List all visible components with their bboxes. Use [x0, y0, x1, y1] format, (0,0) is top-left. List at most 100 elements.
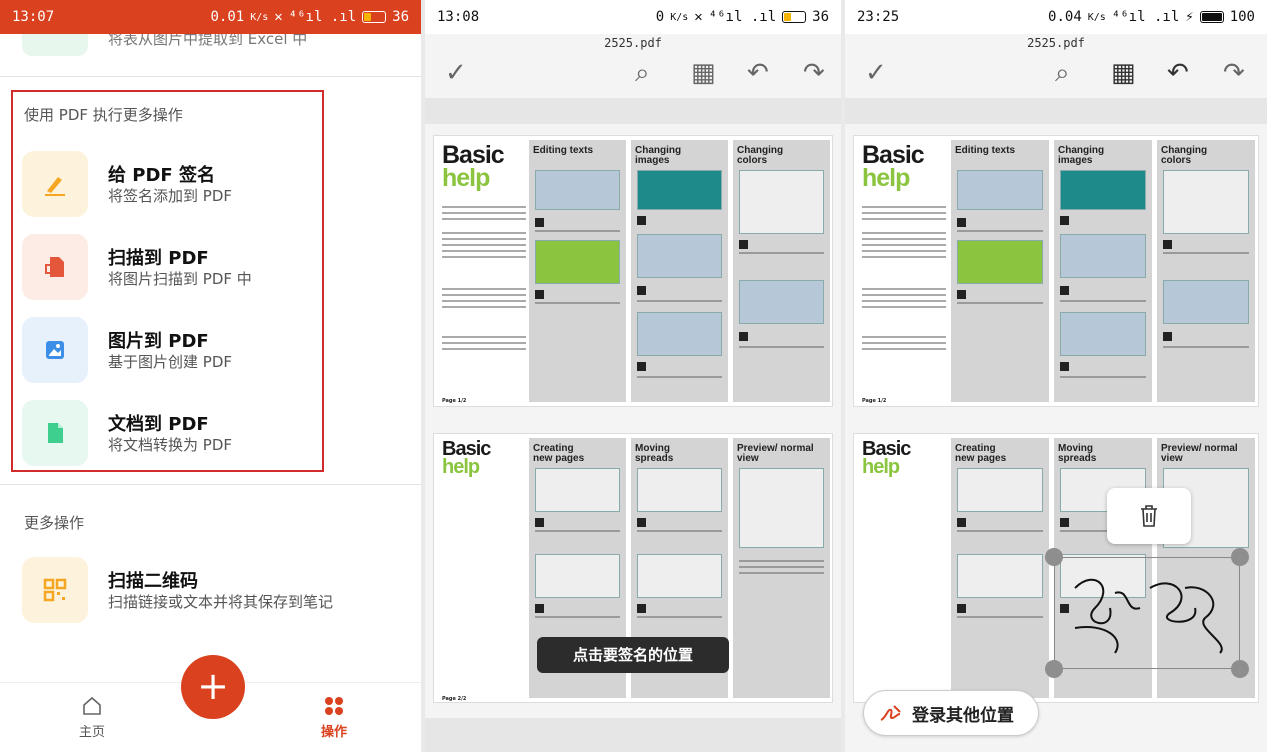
pdf-column: Changing images	[1054, 140, 1152, 402]
table-extract-icon	[22, 34, 88, 56]
page-footer: Page 1/2	[862, 398, 887, 404]
bottom-navigation: 主页 + 操作	[0, 655, 421, 752]
doc-to-pdf-subtitle: 将文档转换为 PDF	[108, 436, 232, 454]
nav-home-label: 主页	[78, 725, 105, 740]
search-icon[interactable]: ⌕	[635, 58, 650, 88]
redo-icon[interactable]: ↷	[1223, 58, 1245, 88]
page-footer: Page 1/2	[442, 398, 467, 404]
scan-to-pdf-item[interactable]: 扫描到 PDF 将图片扫描到 PDF 中	[22, 234, 402, 300]
checkmark-icon[interactable]: ✓	[445, 58, 467, 88]
search-icon[interactable]: ⌕	[1055, 58, 1070, 88]
sign-pdf-subtitle: 将签名添加到 PDF	[108, 187, 232, 205]
pdf-column: Editing texts	[951, 140, 1049, 402]
trash-icon	[1141, 505, 1157, 527]
nav-home[interactable]: 主页	[68, 695, 116, 740]
status-time: 13:08	[437, 9, 480, 25]
resize-handle[interactable]	[1045, 660, 1063, 678]
add-button[interactable]: +	[181, 655, 245, 719]
excel-extract-item[interactable]: 将表从图片中提取到 Excel 中	[0, 34, 421, 74]
app-screen-actions: 13:07 0.01 K/s ✕ ⁴⁶ıl .ıl 36 将表从图片中提取到 E…	[0, 0, 421, 752]
scan-qr-item[interactable]: 扫描二维码 扫描链接或文本并将其保存到笔记	[22, 557, 402, 623]
page-title: Basic help	[862, 438, 911, 478]
document-filename: 2525.pdf	[604, 36, 662, 50]
tap-to-sign-toast: 点击要签名的位置	[537, 637, 729, 673]
redo-icon[interactable]: ↷	[803, 58, 825, 88]
pdf-column: Preview/ normal view	[733, 438, 830, 698]
image-to-pdf-title: 图片到 PDF	[108, 331, 209, 352]
grid-view-icon[interactable]: ▦	[1111, 58, 1136, 88]
undo-icon[interactable]: ↶	[747, 58, 769, 88]
undo-icon[interactable]: ↶	[1167, 58, 1189, 88]
network-speed: 0.01	[210, 9, 245, 25]
pdf-page-1[interactable]: Basic help Page 1/2 Editing texts Changin…	[853, 135, 1259, 407]
pdf-column: Changing colors	[733, 140, 830, 402]
status-bar: 13:08 0 K/s ✕ ⁴⁶ıl .ıl 36	[425, 0, 841, 34]
sign-pdf-item[interactable]: 给 PDF 签名 将签名添加到 PDF	[22, 151, 402, 217]
resize-handle[interactable]	[1045, 548, 1063, 566]
signal-icon: ⁴⁶ıl .ıl	[288, 9, 357, 25]
page-title: Basic help	[442, 141, 505, 192]
sign-pdf-title: 给 PDF 签名	[108, 165, 215, 186]
network-speed: 0	[655, 9, 665, 25]
battery-icon	[1199, 11, 1224, 23]
battery-level: 36	[812, 9, 829, 25]
battery-level: 100	[1229, 9, 1255, 25]
toolbar: ✓ ⌕ ▦ ↶ ↷	[425, 58, 841, 92]
doc-to-pdf-title: 文档到 PDF	[108, 414, 209, 435]
signature-frame[interactable]	[1045, 548, 1249, 678]
nav-operations[interactable]: 操作	[310, 695, 358, 740]
status-bar: 13:07 0.01 K/s ✕ ⁴⁶ıl .ıl 36	[0, 0, 421, 34]
signature-pen-icon	[880, 705, 901, 721]
pdf-column: Changing colors	[1157, 140, 1255, 402]
operations-grid-icon	[325, 697, 343, 715]
nav-ops-label: 操作	[320, 725, 347, 740]
speed-unit: K/s	[250, 11, 269, 23]
page-title: Basic help	[862, 141, 925, 192]
signal-icon: ⁴⁶ıl .ıl	[1111, 9, 1180, 25]
doc-to-pdf-item[interactable]: 文档到 PDF 将文档转换为 PDF	[22, 400, 402, 466]
mute-icon: ✕	[274, 9, 283, 25]
battery-level: 36	[392, 9, 409, 25]
page-separator	[845, 98, 1267, 124]
qr-code-icon	[22, 557, 88, 623]
speed-unit: K/s	[1087, 11, 1106, 23]
doc-to-pdf-icon	[22, 400, 88, 466]
pdf-signed-screen: 23:25 0.04 K/s ⁴⁶ıl .ıl ⚡ 100 2525.pdf ✓…	[845, 0, 1267, 752]
pen-sign-icon	[22, 151, 88, 217]
page-separator	[425, 98, 841, 124]
home-icon	[83, 696, 101, 715]
section-title-pdf: 使用 PDF 执行更多操作	[24, 106, 183, 124]
speed-unit: K/s	[670, 11, 689, 23]
scan-to-pdf-icon	[22, 234, 88, 300]
pdf-column: Editing texts	[529, 140, 626, 402]
delete-signature-button[interactable]	[1107, 488, 1191, 544]
resize-handle[interactable]	[1231, 660, 1249, 678]
battery-icon	[362, 11, 387, 23]
toolbar: ✓ ⌕ ▦ ↶ ↷	[845, 58, 1267, 92]
status-time: 23:25	[857, 9, 900, 25]
sign-other-location-label: 登录其他位置	[912, 705, 1014, 726]
scan-to-pdf-title: 扫描到 PDF	[108, 248, 209, 269]
charging-icon: ⚡	[1185, 9, 1194, 25]
pdf-column: Creating new pages	[951, 438, 1049, 698]
checkmark-icon[interactable]: ✓	[865, 58, 887, 88]
section-title-more: 更多操作	[24, 514, 85, 532]
document-filename: 2525.pdf	[1027, 36, 1085, 50]
sign-other-location-button[interactable]: 登录其他位置	[863, 690, 1039, 736]
pdf-column: Changing images	[631, 140, 728, 402]
grid-view-icon[interactable]: ▦	[691, 58, 716, 88]
page-title: Basic help	[442, 438, 491, 478]
image-to-pdf-subtitle: 基于图片创建 PDF	[108, 353, 232, 371]
image-to-pdf-item[interactable]: 图片到 PDF 基于图片创建 PDF	[22, 317, 402, 383]
resize-handle[interactable]	[1231, 548, 1249, 566]
pdf-sign-screen: 13:08 0 K/s ✕ ⁴⁶ıl .ıl 36 2525.pdf ✓ ⌕ ▦…	[425, 0, 841, 752]
status-bar: 23:25 0.04 K/s ⁴⁶ıl .ıl ⚡ 100	[845, 0, 1267, 34]
handwritten-signature	[1074, 578, 1223, 654]
battery-icon	[782, 11, 807, 23]
divider	[0, 76, 421, 77]
mute-icon: ✕	[694, 9, 703, 25]
pdf-page-1[interactable]: Basic help Page 1/2 Editing texts Changin…	[433, 135, 833, 407]
image-to-pdf-icon	[22, 317, 88, 383]
scan-qr-subtitle: 扫描链接或文本并将其保存到笔记	[108, 593, 334, 611]
bottom-area	[425, 718, 841, 752]
